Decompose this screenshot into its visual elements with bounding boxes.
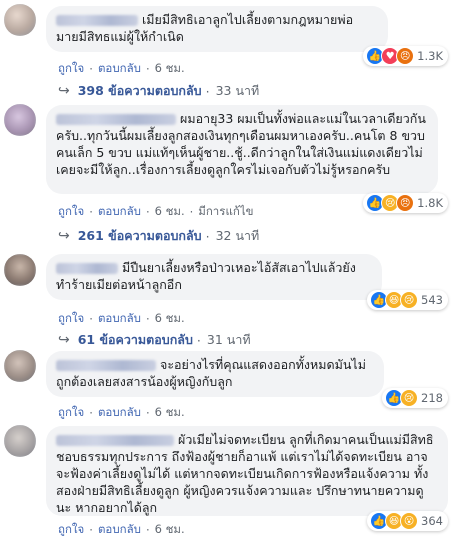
commenter-name[interactable] <box>56 360 156 371</box>
comment-bubble: ผัวเมียไม่จดทะเบียน ลูกที่เกิดมาคนเป็นแม… <box>46 426 448 516</box>
reactions-summary[interactable]: 👍 ♥ 😠 1.3K <box>363 46 448 66</box>
commenter-name[interactable] <box>56 15 138 26</box>
wow-icon: 😮 <box>400 512 419 530</box>
comment-actions: ถูกใจ · ตอบกลับ · 6 ชม. <box>58 521 185 539</box>
like-button[interactable]: ถูกใจ <box>58 521 84 539</box>
commenter-name[interactable] <box>56 263 118 274</box>
sad-icon: 😢 <box>400 291 419 309</box>
avatar[interactable] <box>4 4 36 36</box>
reactions-summary[interactable]: 👍 😢 😠 1.8K <box>363 193 448 213</box>
reply-arrow-icon: ↪ <box>58 228 70 244</box>
reactions-summary[interactable]: 👍 😆 😮 364 <box>367 511 448 531</box>
angry-icon: 😠 <box>396 47 415 65</box>
reply-button[interactable]: ตอบกลับ <box>98 60 141 78</box>
comment-bubble: มีปืนยาเลี้ยงหรือป่าวเหอะไอ้สัสเอาไปแล้ว… <box>46 254 382 300</box>
sad-icon: 😢 <box>400 389 419 407</box>
reply-button[interactable]: ตอบกลับ <box>98 310 141 328</box>
commenter-name[interactable] <box>56 114 176 125</box>
reaction-count: 1.3K <box>417 49 443 63</box>
reply-button[interactable]: ตอบกลับ <box>98 404 141 422</box>
avatar[interactable] <box>4 104 36 136</box>
comment-time[interactable]: 6 ชม. <box>155 203 185 221</box>
reaction-count: 218 <box>421 391 443 405</box>
comment-bubble: ผมอายุ33 ผมเป็นทั้งพ่อและแม่ในเวลาเดียวก… <box>46 105 438 194</box>
replies-time: 33 นาที <box>215 83 260 98</box>
replies-row: ↪ 61 ข้อความตอบกลับ · 31 นาที <box>58 330 251 350</box>
reply-arrow-icon: ↪ <box>58 332 70 348</box>
reply-button[interactable]: ตอบกลับ <box>98 203 141 221</box>
comment-time[interactable]: 6 ชม. <box>155 521 185 539</box>
view-replies-link[interactable]: 398 ข้อความตอบกลับ <box>78 81 202 101</box>
comment-bubble: เมียมีสิทธิเอาลูกไปเลี้ยงตามกฎหมายพ่อ มา… <box>46 6 388 52</box>
view-replies-link[interactable]: 61 ข้อความตอบกลับ <box>78 330 193 350</box>
view-replies-link[interactable]: 261 ข้อความตอบกลับ <box>78 226 202 246</box>
replies-row: ↪ 261 ข้อความตอบกลับ · 32 นาที <box>58 226 260 246</box>
replies-row: ↪ 398 ข้อความตอบกลับ · 33 นาที <box>58 81 260 101</box>
comment-actions: ถูกใจ · ตอบกลับ · 6 ชม. <box>58 60 185 78</box>
reply-arrow-icon: ↪ <box>58 83 70 99</box>
angry-icon: 😠 <box>396 194 415 212</box>
avatar[interactable] <box>4 425 36 457</box>
replies-time: 31 นาที <box>206 332 251 347</box>
like-button[interactable]: ถูกใจ <box>58 310 84 328</box>
avatar[interactable] <box>4 254 36 286</box>
avatar[interactable] <box>4 350 36 382</box>
comment-actions: ถูกใจ · ตอบกลับ · 6 ชม. <box>58 404 185 422</box>
reaction-count: 364 <box>421 514 443 528</box>
replies-time: 32 นาที <box>215 228 260 243</box>
reactions-summary[interactable]: 👍 😢 218 <box>382 388 448 408</box>
comment-time[interactable]: 6 ชม. <box>155 404 185 422</box>
reply-button[interactable]: ตอบกลับ <box>98 521 141 539</box>
reactions-summary[interactable]: 👍 😆 😢 543 <box>367 290 448 310</box>
like-button[interactable]: ถูกใจ <box>58 60 84 78</box>
like-button[interactable]: ถูกใจ <box>58 404 84 422</box>
comment-time[interactable]: 6 ชม. <box>155 60 185 78</box>
like-button[interactable]: ถูกใจ <box>58 203 84 221</box>
reaction-count: 1.8K <box>417 196 443 210</box>
commenter-name[interactable] <box>56 435 174 446</box>
edited-label[interactable]: มีการแก้ไข <box>198 203 253 221</box>
comment-actions: ถูกใจ · ตอบกลับ · 6 ชม. · มีการแก้ไข <box>58 203 254 221</box>
comment-time[interactable]: 6 ชม. <box>155 310 185 328</box>
comment-bubble: จะอย่างไรที่คุณแสดงออกทั้งหมดมันไม่ถูกต้… <box>46 351 384 397</box>
comment-actions: ถูกใจ · ตอบกลับ · 6 ชม. <box>58 310 185 328</box>
reaction-count: 543 <box>421 293 443 307</box>
